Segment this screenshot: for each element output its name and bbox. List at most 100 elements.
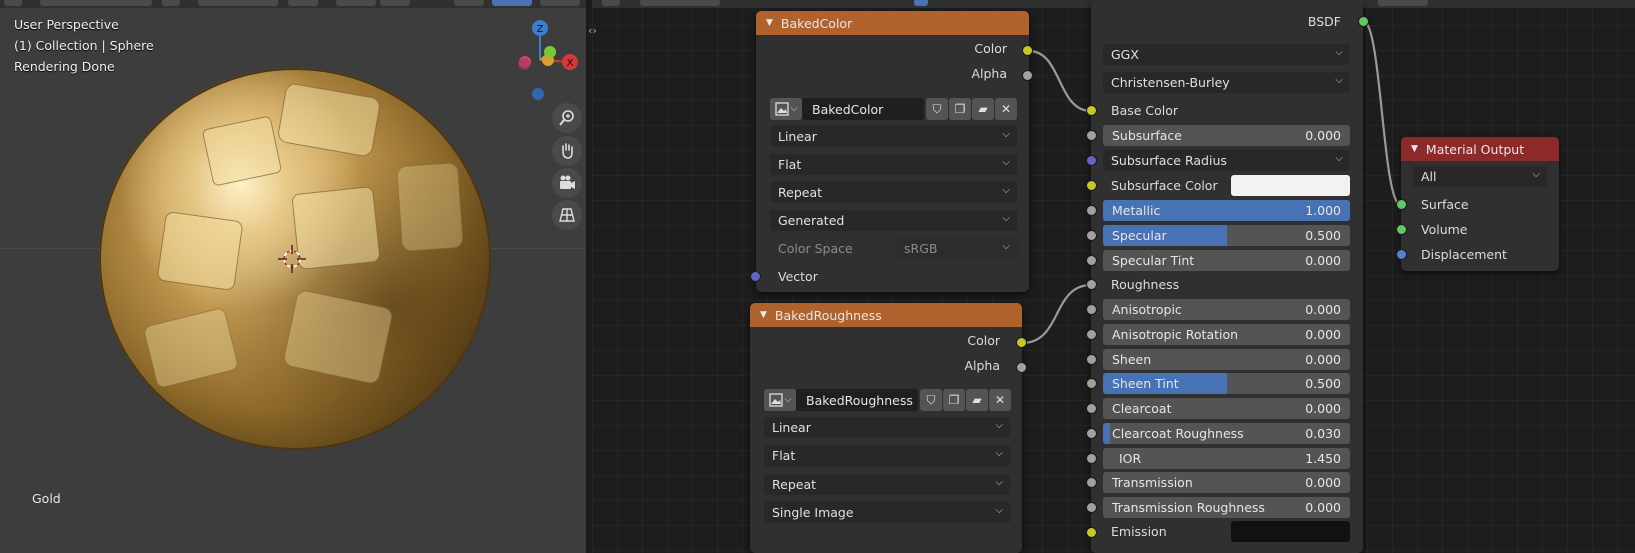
socket-metallic-input[interactable] <box>1086 205 1097 216</box>
3d-viewport[interactable]: User Perspective (1) Collection | Sphere… <box>0 0 589 553</box>
shader-node-editor[interactable]: ▼ BakedColor Color Alpha ⌵ BakedColor ⛉ … <box>592 0 1635 553</box>
navigation-gizmo[interactable]: Z X <box>498 18 582 102</box>
area-divider[interactable] <box>586 0 589 553</box>
shading-button[interactable] <box>492 0 532 6</box>
projection-dropdown[interactable]: Flat ⌵ <box>764 445 1010 466</box>
render-shading-button[interactable] <box>540 0 580 6</box>
sheen-slider[interactable]: Sheen 0.000 <box>1103 349 1350 370</box>
sheen-tint-slider[interactable]: Sheen Tint 0.500 <box>1103 373 1350 394</box>
transmission-slider[interactable]: Transmission 0.000 <box>1103 472 1350 493</box>
render-target-dropdown[interactable]: All ⌵ <box>1413 166 1547 187</box>
node-material-output[interactable]: ▼ Material Output All ⌵ Surface Volume Di… <box>1401 137 1559 271</box>
fake-user-button[interactable]: ⛉ <box>920 389 942 411</box>
socket-color-output[interactable] <box>1016 337 1027 348</box>
pivot-button[interactable] <box>288 0 318 6</box>
socket-emission-input[interactable] <box>1086 527 1097 538</box>
socket-anisotropic-input[interactable] <box>1086 304 1097 315</box>
open-image-button[interactable]: ▰ <box>966 389 988 411</box>
orientation-dropdown[interactable] <box>198 0 278 6</box>
collapse-triangle-icon[interactable]: ▼ <box>766 18 773 28</box>
pan-button[interactable] <box>552 136 582 166</box>
socket-transmission-roughness-input[interactable] <box>1086 502 1097 513</box>
camera-view-button[interactable] <box>552 168 582 198</box>
socket-alpha-output[interactable] <box>1016 362 1027 373</box>
specular-tint-slider[interactable]: Specular Tint 0.000 <box>1103 250 1350 271</box>
socket-sheen-tint-input[interactable] <box>1086 378 1097 389</box>
zoom-button[interactable] <box>552 103 582 133</box>
interpolation-dropdown[interactable]: Linear ⌵ <box>764 417 1010 438</box>
distribution-dropdown[interactable]: GGX ⌵ <box>1103 44 1350 65</box>
source-dropdown[interactable]: Single Image ⌵ <box>764 502 1010 523</box>
socket-surface-input[interactable] <box>1396 199 1407 210</box>
open-image-button[interactable]: ▰ <box>972 98 994 120</box>
source-dropdown[interactable]: Generated ⌵ <box>770 210 1017 231</box>
subsurface-slider[interactable]: Subsurface 0.000 <box>1103 125 1350 146</box>
extension-dropdown[interactable]: Repeat ⌵ <box>764 474 1010 495</box>
unlink-image-button[interactable]: ✕ <box>995 98 1017 120</box>
socket-subsurface-color-input[interactable] <box>1086 180 1097 191</box>
image-name-field[interactable]: BakedColor <box>802 98 924 120</box>
socket-transmission-input[interactable] <box>1086 477 1097 488</box>
subsurface-radius-dropdown[interactable]: Subsurface Radius ⌵ <box>1103 150 1350 171</box>
socket-displacement-input[interactable] <box>1396 249 1407 260</box>
specular-slider[interactable]: Specular 0.500 <box>1103 225 1350 246</box>
socket-bsdf-output[interactable] <box>1358 16 1369 27</box>
metallic-slider[interactable]: Metallic 1.000 <box>1103 200 1350 221</box>
socket-specular-input[interactable] <box>1086 230 1097 241</box>
socket-ior-input[interactable] <box>1086 453 1097 464</box>
image-browse-button[interactable]: ⌵ <box>770 98 802 120</box>
toggle-perspective-button[interactable] <box>552 200 582 230</box>
proportional-button[interactable] <box>380 0 410 6</box>
node-header[interactable]: ▼ BakedRoughness <box>750 303 1022 327</box>
clearcoat-roughness-slider[interactable]: Clearcoat Roughness 0.030 <box>1103 423 1350 444</box>
fake-user-button[interactable]: ⛉ <box>926 98 948 120</box>
node-header[interactable]: ▼ BakedColor <box>756 11 1029 35</box>
area-split-icon[interactable]: ‹› <box>588 24 602 38</box>
mode-dropdown[interactable] <box>40 0 152 6</box>
slider-value: 0.000 <box>1305 352 1341 367</box>
overlay-button[interactable] <box>454 0 484 6</box>
extension-dropdown[interactable]: Repeat ⌵ <box>770 182 1017 203</box>
socket-alpha-output[interactable] <box>1022 70 1033 81</box>
node-title: BakedColor <box>780 15 853 31</box>
socket-specular-tint-input[interactable] <box>1086 255 1097 266</box>
socket-anisotropic-rotation-input[interactable] <box>1086 329 1097 340</box>
collapse-triangle-icon[interactable]: ▼ <box>1411 144 1418 154</box>
node-principled-bsdf[interactable]: BSDF GGX ⌵ Christensen-Burley ⌵ Base Color… <box>1091 0 1363 553</box>
node-header[interactable]: ▼ Material Output <box>1401 137 1559 161</box>
projection-dropdown[interactable]: Flat ⌵ <box>770 154 1017 175</box>
anisotropic-slider[interactable]: Anisotropic 0.000 <box>1103 299 1350 320</box>
subsurface-method-dropdown[interactable]: Christensen-Burley ⌵ <box>1103 72 1350 93</box>
emission-color-swatch[interactable] <box>1231 521 1350 542</box>
anisotropic-rotation-slider[interactable]: Anisotropic Rotation 0.000 <box>1103 324 1350 345</box>
subsurface-color-swatch[interactable] <box>1231 175 1350 196</box>
editor-type-button[interactable] <box>4 0 22 6</box>
socket-volume-input[interactable] <box>1396 224 1407 235</box>
socket-clearcoat-roughness-input[interactable] <box>1086 428 1097 439</box>
interpolation-dropdown[interactable]: Linear ⌵ <box>770 126 1017 147</box>
socket-sheen-input[interactable] <box>1086 354 1097 365</box>
gizmo-neg-z-axis[interactable] <box>532 88 544 100</box>
transmission-roughness-slider[interactable]: Transmission Roughness 0.000 <box>1103 497 1350 518</box>
collapse-triangle-icon[interactable]: ▼ <box>760 310 767 320</box>
socket-clearcoat-input[interactable] <box>1086 403 1097 414</box>
duplicate-image-button[interactable]: ❐ <box>949 98 971 120</box>
node-baked-roughness[interactable]: ▼ BakedRoughness Color Alpha ⌵ BakedRoug… <box>750 303 1022 553</box>
socket-subsurface-input[interactable] <box>1086 130 1097 141</box>
image-name-field[interactable]: BakedRoughness <box>796 389 918 411</box>
node-baked-color[interactable]: ▼ BakedColor Color Alpha ⌵ BakedColor ⛉ … <box>756 11 1029 292</box>
socket-vector-input[interactable] <box>750 271 761 282</box>
socket-color-output[interactable] <box>1022 45 1033 56</box>
snap-button[interactable] <box>336 0 376 6</box>
socket-base-color-input[interactable] <box>1086 105 1097 116</box>
view-menu-button[interactable] <box>162 0 180 6</box>
clearcoat-slider[interactable]: Clearcoat 0.000 <box>1103 398 1350 419</box>
unlink-image-button[interactable]: ✕ <box>989 389 1011 411</box>
socket-roughness-input[interactable] <box>1086 279 1097 290</box>
socket-subsurface-radius-input[interactable] <box>1086 155 1097 166</box>
duplicate-image-button[interactable]: ❐ <box>943 389 965 411</box>
3d-cursor-icon[interactable] <box>278 245 306 273</box>
gizmo-y-axis[interactable] <box>544 46 556 58</box>
image-browse-button[interactable]: ⌵ <box>764 389 796 411</box>
ior-field[interactable]: IOR 1.450 <box>1103 448 1350 469</box>
